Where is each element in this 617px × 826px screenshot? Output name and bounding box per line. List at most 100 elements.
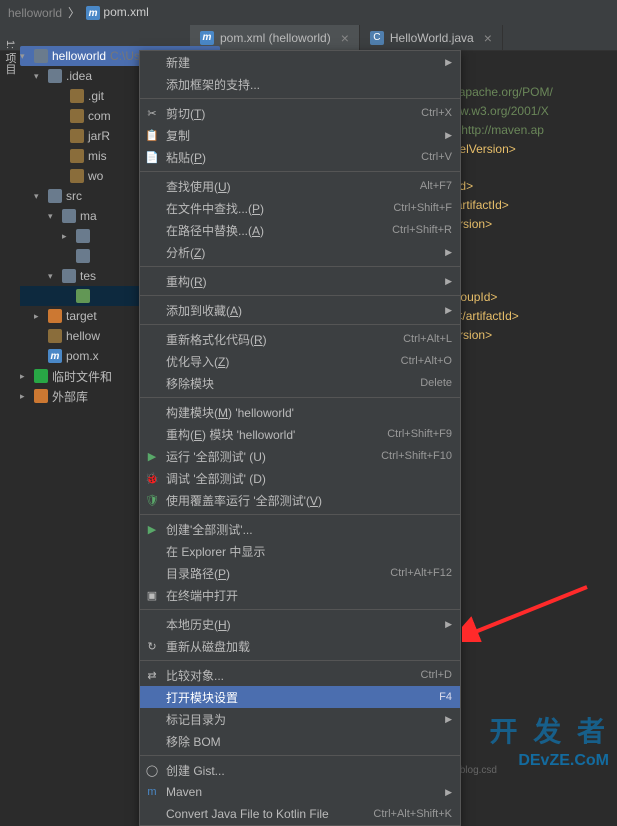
shortcut: Alt+F7 [420,180,452,192]
menu-label: 剪切(T) [166,105,415,122]
tree-label: .idea [66,69,92,83]
menu-label: 在路径中替换...(A) [166,222,386,239]
menu-item[interactable]: 在文件中查找...(P) Ctrl+Shift+F [140,197,460,219]
crumb-file[interactable]: m pom.xml [86,5,149,21]
menu-item[interactable]: mMaven▶ [140,781,460,803]
menu-item[interactable]: 新建 ▶ [140,51,460,73]
close-icon[interactable]: × [484,30,492,46]
watermark: 开 发 者 [489,710,609,750]
chevron-icon[interactable]: ▸ [62,231,72,242]
menu-label: 在文件中查找...(P) [166,200,387,217]
menu-item[interactable]: 添加到收藏(A)▶ [140,299,460,321]
chevron-icon[interactable]: ▾ [34,191,44,202]
menu-label: 创建'全部测试'... [166,521,452,538]
menu-item[interactable]: ↻重新从磁盘加载 [140,635,460,657]
chevron-icon[interactable]: ▾ [20,51,30,62]
menu-label: 创建 Gist... [166,762,452,779]
project-tool-window-tab[interactable]: 1: 项目 [2,40,18,74]
▶-icon: ▶ [144,523,160,536]
menu-item[interactable]: 📄粘贴(P)Ctrl+V [140,146,460,168]
tree-label: wo [88,169,103,183]
menu-label: 添加框架的支持... [166,76,452,93]
shortcut: Ctrl+Shift+F [393,202,452,214]
menu-item[interactable]: 📋复制▶ [140,124,460,146]
submenu-arrow-icon: ▶ [445,787,452,798]
chevron-icon[interactable]: ▾ [48,271,58,282]
menu-label: 新建 [166,54,439,71]
menu-item[interactable]: 重构(R)▶ [140,270,460,292]
submenu-arrow-icon: ▶ [445,57,452,68]
menu-item[interactable]: ⇄比较对象...Ctrl+D [140,664,460,686]
menu-label: 重构(R) [166,273,439,290]
menu-separator [140,755,460,756]
dir-icon [76,229,90,243]
menu-label: 调试 '全部测试' (D) [166,470,452,487]
menu-item[interactable]: ✂剪切(T)Ctrl+X [140,102,460,124]
crumb-root[interactable]: helloworld [8,6,62,20]
tree-label: mis [88,149,107,163]
context-menu[interactable]: 新建▶添加框架的支持...✂剪切(T)Ctrl+X📋复制▶📄粘贴(P)Ctrl+… [139,50,461,826]
menu-label: 添加到收藏(A) [166,302,439,319]
menu-item[interactable]: 重新格式化代码(R)Ctrl+Alt+L [140,328,460,350]
menu-item[interactable]: 本地历史(H)▶ [140,613,460,635]
menu-label: 在终端中打开 [166,587,452,604]
chevron-icon[interactable]: ▾ [48,211,58,222]
menu-label: 目录路径(P) [166,565,384,582]
dir-icon [76,249,90,263]
tree-label: ma [80,209,97,223]
menu-item[interactable]: 目录路径(P) Ctrl+Alt+F12 [140,562,460,584]
menu-item[interactable]: 重构(E) 模块 'helloworld'Ctrl+Shift+F9 [140,423,460,445]
tree-label: helloworld [52,49,106,63]
menu-item[interactable]: 移除模块Delete [140,372,460,394]
tree-label: jarR [88,129,110,143]
menu-item[interactable]: 🛡使用覆盖率运行 '全部测试'(V) [140,489,460,511]
menu-item[interactable]: 构建模块(M) 'helloworld' [140,401,460,423]
tree-label: src [66,189,82,203]
menu-item[interactable]: 🐞 调试 '全部测试' (D) [140,467,460,489]
chevron-icon[interactable]: ▸ [20,391,30,402]
m-icon: m [144,786,160,798]
menu-item[interactable]: 移除 BOM [140,730,460,752]
menu-item[interactable]: 查找使用(U) Alt+F7 [140,175,460,197]
menu-item[interactable]: 标记目录为▶ [140,708,460,730]
menu-separator [140,609,460,610]
menu-label: 使用覆盖率运行 '全部测试'(V) [166,492,452,509]
f-icon [70,129,84,143]
menu-item[interactable]: 打开模块设置F4 [140,686,460,708]
menu-item[interactable]: Convert Java File to Kotlin FileCtrl+Alt… [140,803,460,825]
menu-item[interactable]: 在 Explorer 中显示 [140,540,460,562]
tree-label: target [66,309,97,323]
menu-item[interactable]: ▣在终端中打开 [140,584,460,606]
menu-separator [140,266,460,267]
chevron-icon[interactable]: ▸ [20,371,30,382]
chevron-icon[interactable]: ▸ [34,311,44,322]
menu-label: 复制 [166,127,439,144]
submenu-arrow-icon: ▶ [445,247,452,258]
menu-item[interactable]: 添加框架的支持... [140,73,460,95]
shortcut: Ctrl+Shift+R [392,224,452,236]
🐞-icon: 🐞 [144,472,160,485]
shortcut: Ctrl+Alt+L [403,333,452,345]
chevron-icon[interactable]: ▾ [34,71,44,82]
menu-item[interactable]: 优化导入(Z)Ctrl+Alt+O [140,350,460,372]
submenu-arrow-icon: ▶ [445,130,452,141]
menu-label: 查找使用(U) [166,178,414,195]
menu-label: Convert Java File to Kotlin File [166,807,367,821]
m-icon: m [48,349,62,363]
menu-label: 本地历史(H) [166,616,439,633]
dir-icon [34,49,48,63]
tree-label: hellow [66,329,100,343]
menu-item[interactable]: ▶运行 '全部测试' (U)Ctrl+Shift+F10 [140,445,460,467]
close-icon[interactable]: × [341,30,349,46]
menu-label: 粘贴(P) [166,149,415,166]
menu-item[interactable]: 分析(Z)▶ [140,241,460,263]
menu-label: 移除 BOM [166,733,452,750]
menu-item[interactable]: ▶ 创建'全部测试'... [140,518,460,540]
menu-item[interactable]: 在路径中替换...(A) Ctrl+Shift+R [140,219,460,241]
shortcut: Ctrl+Alt+F12 [390,567,452,579]
dir-icon [62,269,76,283]
menu-separator [140,660,460,661]
f-icon [34,369,48,383]
menu-separator [140,397,460,398]
menu-label: 比较对象... [166,667,415,684]
